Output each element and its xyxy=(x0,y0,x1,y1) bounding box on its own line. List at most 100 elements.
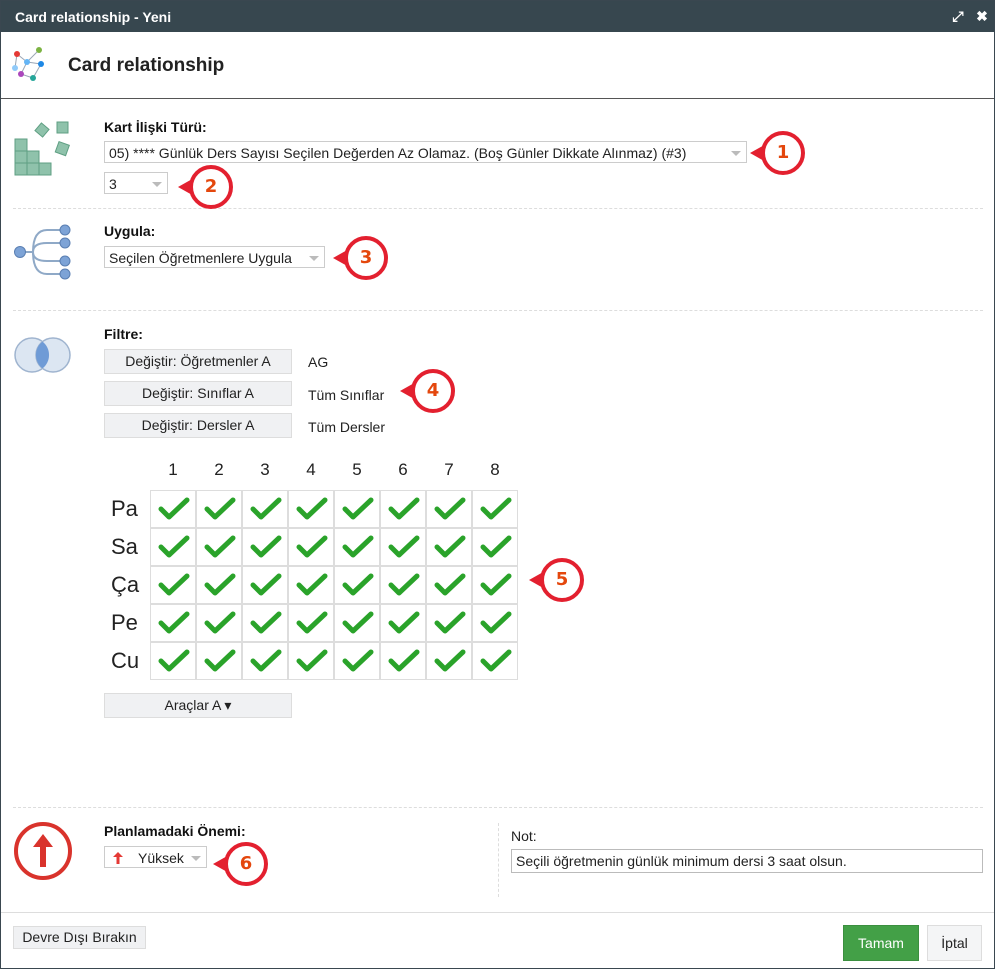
grid-cell[interactable] xyxy=(196,642,242,680)
relationship-type-select[interactable]: 05) **** Günlük Ders Sayısı Seçilen Değe… xyxy=(104,141,747,163)
checkmark-icon xyxy=(388,535,420,558)
grid-row-header[interactable]: Ça xyxy=(111,572,139,598)
grid-cell[interactable] xyxy=(380,642,426,680)
grid-row-header[interactable]: Sa xyxy=(111,534,138,560)
arrow-up-icon xyxy=(113,852,123,864)
count-select[interactable]: 3 xyxy=(104,172,168,194)
grid-column-header[interactable]: 2 xyxy=(209,460,229,480)
tools-button[interactable]: Araçlar A ▾ xyxy=(104,693,292,718)
grid-cell[interactable] xyxy=(288,604,334,642)
grid-cell[interactable] xyxy=(288,528,334,566)
grid-cell[interactable] xyxy=(150,490,196,528)
grid-cell[interactable] xyxy=(380,604,426,642)
grid-cell[interactable] xyxy=(472,490,518,528)
window-title: Card relationship - Yeni xyxy=(15,9,172,25)
checkmark-icon xyxy=(204,611,236,634)
grid-cell[interactable] xyxy=(426,604,472,642)
page-title: Card relationship xyxy=(68,55,225,76)
callout-number: 3 xyxy=(359,247,373,268)
note-value: Seçili öğretmenin günlük minimum dersi 3… xyxy=(516,853,847,869)
callout-badge: 4 xyxy=(400,368,456,414)
grid-cell[interactable] xyxy=(472,642,518,680)
grid-cell[interactable] xyxy=(288,642,334,680)
grid-cell[interactable] xyxy=(150,528,196,566)
grid-cell[interactable] xyxy=(426,566,472,604)
grid-cell[interactable] xyxy=(380,528,426,566)
checkmark-icon xyxy=(434,649,466,672)
checkmark-icon xyxy=(158,611,190,634)
grid-cell[interactable] xyxy=(242,490,288,528)
checkmark-icon xyxy=(296,573,328,596)
grid-cell[interactable] xyxy=(242,642,288,680)
cancel-button[interactable]: İptal xyxy=(927,925,982,961)
checkmark-icon xyxy=(434,611,466,634)
checkmark-icon xyxy=(204,535,236,558)
checkmark-icon xyxy=(342,535,374,558)
checkmark-icon xyxy=(296,649,328,672)
grid-cell[interactable] xyxy=(242,604,288,642)
grid-cell[interactable] xyxy=(150,642,196,680)
apply-select[interactable]: Seçilen Öğretmenlere Uygula xyxy=(104,246,325,268)
grid-column-header[interactable]: 8 xyxy=(485,460,505,480)
callout-badge: 3 xyxy=(333,235,389,281)
grid-cell[interactable] xyxy=(242,566,288,604)
subjects-filter-value: Tüm Dersler xyxy=(308,419,386,435)
checkmark-icon xyxy=(158,497,190,520)
grid-column-header[interactable]: 1 xyxy=(163,460,183,480)
importance-high-icon xyxy=(14,822,72,880)
change-teachers-button[interactable]: Değiştir: Öğretmenler A xyxy=(104,349,292,374)
grid-cell[interactable] xyxy=(334,490,380,528)
note-field[interactable]: Seçili öğretmenin günlük minimum dersi 3… xyxy=(511,849,983,873)
ok-button[interactable]: Tamam xyxy=(843,925,919,961)
grid-cell[interactable] xyxy=(334,528,380,566)
disable-button[interactable]: Devre Dışı Bırakın xyxy=(13,926,146,949)
grid-cell[interactable] xyxy=(472,566,518,604)
grid-cell[interactable] xyxy=(426,528,472,566)
dialog-header: Card relationship xyxy=(1,32,994,99)
teachers-filter-value: AG xyxy=(308,354,329,370)
change-subjects-button[interactable]: Değiştir: Dersler A xyxy=(104,413,292,438)
apply-label: Uygula: xyxy=(104,223,156,239)
grid-cell[interactable] xyxy=(150,566,196,604)
grid-cell[interactable] xyxy=(196,566,242,604)
grid-cell[interactable] xyxy=(472,604,518,642)
grid-cell[interactable] xyxy=(426,490,472,528)
checkmark-icon xyxy=(158,535,190,558)
grid-cell[interactable] xyxy=(288,566,334,604)
venn-icon xyxy=(14,337,71,373)
grid-cell[interactable] xyxy=(242,528,288,566)
grid-cell[interactable] xyxy=(196,528,242,566)
importance-select[interactable]: Yüksek xyxy=(104,846,207,868)
grid-row-header[interactable]: Cu xyxy=(111,648,139,674)
checkmark-icon xyxy=(204,573,236,596)
grid-column-header[interactable]: 4 xyxy=(301,460,321,480)
grid-column-header[interactable]: 7 xyxy=(439,460,459,480)
grid-cell[interactable] xyxy=(334,642,380,680)
grid-column-header[interactable]: 3 xyxy=(255,460,275,480)
change-classes-button[interactable]: Değiştir: Sınıflar A xyxy=(104,381,292,406)
grid-cell[interactable] xyxy=(380,566,426,604)
grid-column-header[interactable]: 5 xyxy=(347,460,367,480)
checkmark-icon xyxy=(480,611,512,634)
chevron-down-icon xyxy=(309,256,319,261)
close-icon[interactable]: ✖ xyxy=(973,7,991,25)
checkmark-icon xyxy=(434,535,466,558)
grid-cell[interactable] xyxy=(380,490,426,528)
count-value: 3 xyxy=(109,176,117,192)
grid-cell[interactable] xyxy=(472,528,518,566)
grid-row-header[interactable]: Pa xyxy=(111,496,138,522)
grid-cell[interactable] xyxy=(288,490,334,528)
grid-cell[interactable] xyxy=(196,604,242,642)
title-bar: Card relationship - Yeni ⤢ ✖ xyxy=(1,1,994,32)
checkmark-icon xyxy=(434,573,466,596)
checkmark-icon xyxy=(250,573,282,596)
grid-cell[interactable] xyxy=(426,642,472,680)
grid-cell[interactable] xyxy=(334,604,380,642)
grid-cell[interactable] xyxy=(334,566,380,604)
grid-row-header[interactable]: Pe xyxy=(111,610,138,636)
grid-cell[interactable] xyxy=(150,604,196,642)
maximize-icon[interactable]: ⤢ xyxy=(949,7,967,25)
grid-cell[interactable] xyxy=(196,490,242,528)
grid-column-header[interactable]: 6 xyxy=(393,460,413,480)
checkmark-icon xyxy=(296,497,328,520)
